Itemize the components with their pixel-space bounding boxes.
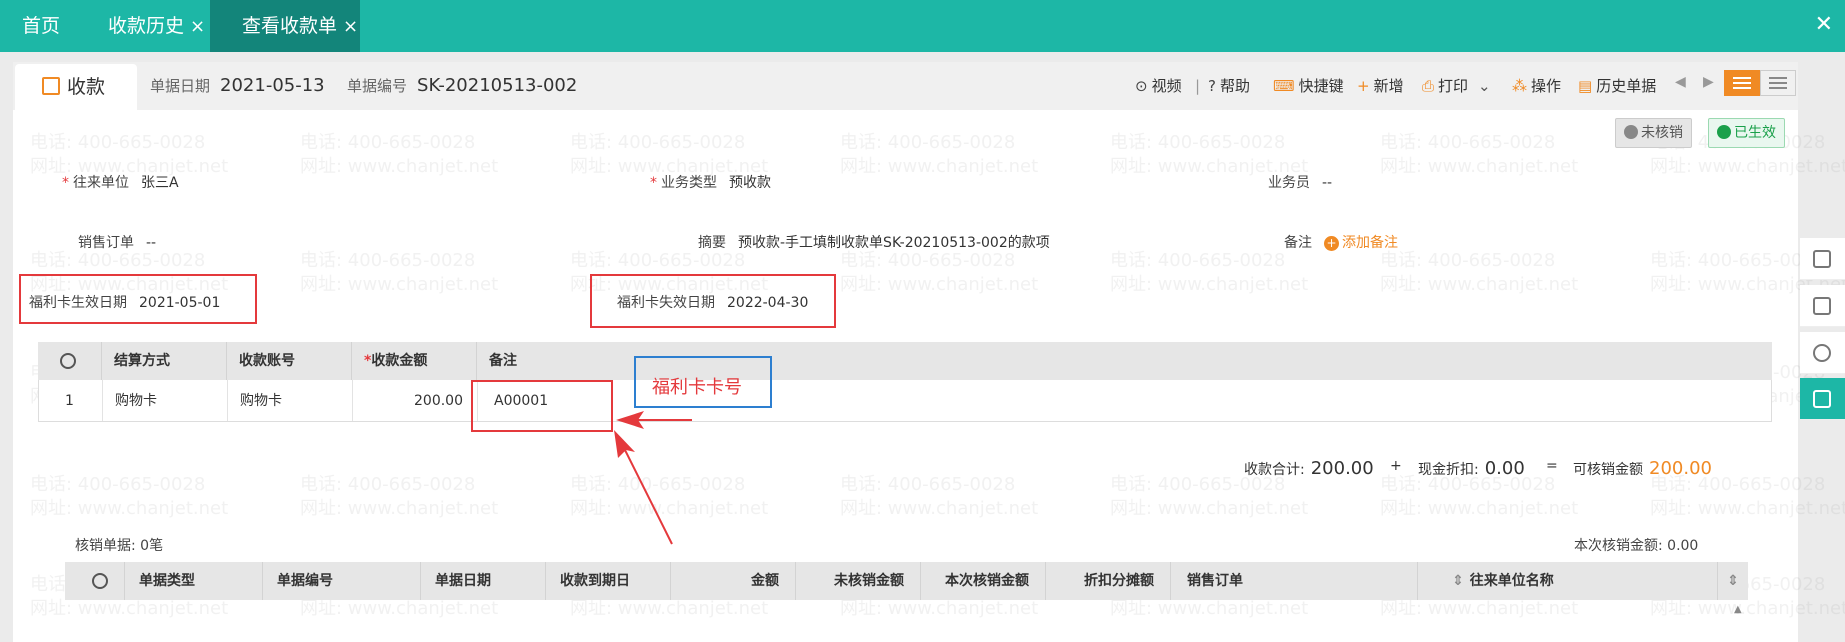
document-icon: ▤ — [1578, 77, 1593, 95]
side-expand-button[interactable] — [1800, 378, 1845, 420]
history-docs-button[interactable]: ▤ 历史单据 — [1578, 62, 1656, 110]
header-amount: 金额 — [671, 562, 796, 600]
status-badge-effective: 已生效 — [1708, 118, 1785, 148]
notes-icon — [1813, 250, 1831, 268]
grid-icon: ⁂ — [1512, 77, 1527, 95]
printer-icon: ⎙ — [1422, 77, 1435, 95]
doc-number: 单据编号 SK-20210513-002 — [347, 75, 578, 96]
detail-list-icon — [1769, 77, 1787, 89]
print-button[interactable]: ⎙ 打印 ⌄ — [1422, 62, 1491, 110]
close-icon[interactable]: × — [343, 16, 358, 37]
check-circle-icon — [1717, 125, 1731, 139]
operations-button[interactable]: ⁂ 操作 — [1512, 62, 1561, 110]
help-button[interactable]: ? 帮助 — [1208, 62, 1250, 110]
plus-sign: + — [1390, 458, 1402, 474]
expand-icon — [1813, 390, 1831, 408]
verify-count: 核销单据: 0笔 — [75, 538, 164, 554]
detail-view-button[interactable] — [1760, 70, 1796, 96]
tab-view-receipt[interactable]: 查看收款单 × — [210, 0, 360, 52]
tab-home[interactable]: 首页 — [22, 0, 60, 52]
list-icon — [1733, 77, 1751, 89]
side-attach-button[interactable] — [1800, 332, 1845, 374]
summary-field[interactable]: 摘要 预收款-手工填制收款单SK-20210513-002的款项 — [698, 232, 1050, 252]
header-doc-number: 单据编号 — [263, 562, 421, 600]
salesman-field[interactable]: 业务员 -- — [1268, 172, 1332, 192]
header-settle-method: 结算方式 — [102, 342, 227, 380]
doc-type-label: 收款 — [67, 76, 106, 98]
help-icon: ? — [1208, 77, 1216, 95]
video-button[interactable]: ⊙ 视频 — [1135, 62, 1182, 110]
toolbar-separator: | — [1195, 77, 1201, 95]
add-button[interactable]: + 新增 — [1357, 62, 1404, 110]
sort-icon[interactable]: ⇕ — [1452, 573, 1464, 589]
sort-icon[interactable]: ⇕ — [1718, 562, 1748, 600]
doc-date: 单据日期 2021-05-13 — [150, 75, 325, 96]
verify-table-header: 单据类型 单据编号 单据日期 收款到期日 金额 未核销金额 本次核销金额 折扣分… — [65, 562, 1748, 600]
row-method[interactable]: 购物卡 — [103, 380, 228, 421]
close-icon[interactable]: × — [190, 16, 205, 37]
add-remark-button[interactable]: + 添加备注 — [1324, 235, 1398, 251]
table-row[interactable]: 1 购物卡 购物卡 200.00 A00001 — [38, 380, 1772, 422]
equals-sign: = — [1546, 458, 1558, 474]
header-amount: *收款金额 — [352, 342, 477, 380]
window-close-icon[interactable]: ✕ — [1815, 12, 1833, 37]
list-view-button[interactable] — [1724, 70, 1760, 96]
status-badge-unverified: 未核销 — [1615, 118, 1692, 148]
plus-icon: + — [1324, 236, 1339, 251]
verify-amount: 本次核销金额: 0.00 — [1574, 538, 1699, 554]
row-index: 1 — [39, 380, 103, 421]
highlight-box-card-number — [471, 380, 613, 432]
plus-icon: + — [1357, 77, 1370, 95]
next-arrow-icon[interactable]: ▶ — [1703, 74, 1714, 90]
inbox-icon — [1813, 297, 1831, 315]
remark-field: 备注 + 添加备注 — [1284, 235, 1398, 251]
card-end-date-field[interactable]: 福利卡失效日期 2022-04-30 — [617, 292, 808, 312]
side-inbox-button[interactable] — [1800, 285, 1845, 327]
sales-order-field[interactable]: 销售订单 -- — [78, 232, 156, 252]
link-icon — [1813, 344, 1831, 362]
header-due-date: 收款到期日 — [546, 562, 671, 600]
receipt-icon — [42, 77, 60, 95]
gear-icon[interactable] — [60, 353, 76, 369]
doc-type-tab[interactable]: 收款 — [15, 64, 137, 110]
cash-discount: 现金折扣: 0.00 — [1418, 458, 1525, 479]
card-start-date-field[interactable]: 福利卡生效日期 2021-05-01 — [29, 292, 220, 312]
prev-arrow-icon[interactable]: ◀ — [1675, 74, 1686, 90]
header-unverified-amount: 未核销金额 — [796, 562, 921, 600]
verifiable-amount: 可核销金额 200.00 — [1573, 458, 1712, 479]
header-partner-name[interactable]: ⇕ 往来单位名称 — [1418, 562, 1718, 600]
partner-field[interactable]: * 往来单位 张三A — [62, 172, 179, 192]
scroll-up-icon[interactable]: ▲ — [1734, 604, 1742, 615]
header-doc-type: 单据类型 — [125, 562, 263, 600]
header-discount-share: 折扣分摊额 — [1046, 562, 1171, 600]
play-icon: ⊙ — [1135, 77, 1148, 95]
row-account[interactable]: 购物卡 — [228, 380, 353, 421]
received-total: 收款合计: 200.00 — [1244, 458, 1374, 479]
row-amount[interactable]: 200.00 — [353, 380, 478, 421]
gear-icon[interactable] — [92, 573, 108, 589]
keyboard-icon: ⌨ — [1273, 77, 1295, 95]
chevron-down-icon[interactable]: ⌄ — [1478, 77, 1491, 95]
top-tab-bar: 首页 收款历史 × 查看收款单 × ✕ — [0, 0, 1845, 52]
shortcut-button[interactable]: ⌨ 快捷键 — [1273, 62, 1344, 110]
header-current-verify-amount: 本次核销金额 — [921, 562, 1046, 600]
biz-type-field[interactable]: * 业务类型 预收款 — [650, 172, 771, 192]
header-account: 收款账号 — [227, 342, 352, 380]
tab-receipt-history[interactable]: 收款历史 × — [108, 0, 205, 52]
info-icon — [1624, 125, 1638, 139]
header-doc-date: 单据日期 — [421, 562, 546, 600]
settlement-table-header: 结算方式 收款账号 *收款金额 备注 — [38, 342, 1772, 380]
header-sales-order: 销售订单 — [1171, 562, 1418, 600]
side-notes-button[interactable] — [1800, 238, 1845, 280]
annotation-card-number-label: 福利卡卡号 — [652, 377, 742, 398]
